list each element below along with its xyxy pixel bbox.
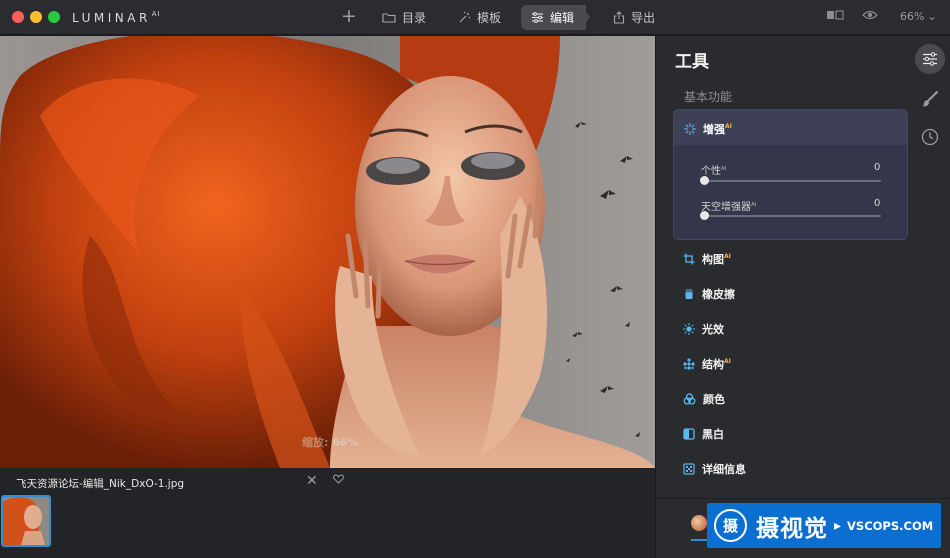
tool-item-black-white[interactable]: 黑白 bbox=[683, 426, 724, 442]
panel-title: 工具 bbox=[675, 52, 709, 72]
slider-label-accent: 个性AI bbox=[701, 166, 727, 177]
brush-icon bbox=[922, 91, 938, 107]
sliders-icon bbox=[923, 52, 937, 66]
color-icon bbox=[683, 393, 696, 405]
magic-wand-icon bbox=[459, 11, 471, 23]
photo-canvas[interactable]: 缩放: 66% bbox=[0, 36, 655, 468]
share-icon bbox=[613, 11, 625, 24]
zoom-window-button[interactable] bbox=[48, 11, 60, 23]
avatar[interactable] bbox=[691, 515, 707, 531]
compare-view-icon[interactable] bbox=[826, 9, 844, 21]
zoom-overlay-label: 缩放: 66% bbox=[302, 436, 359, 449]
portrait-photo bbox=[0, 36, 655, 468]
tool-item-structure[interactable]: 结构AI bbox=[683, 356, 731, 372]
nav-template-button[interactable]: 模板 bbox=[448, 5, 511, 30]
enhance-label: 增强 bbox=[703, 123, 725, 136]
brand-name: LUMINAR bbox=[72, 11, 151, 25]
tools-panel: 工具 基本功能 增强AI 个性AI 0 天空增强器AI 0 构图AI 橡皮擦 光… bbox=[655, 36, 950, 558]
slider-value-accent: 0 bbox=[874, 162, 881, 173]
tool-item-color[interactable]: 颜色 bbox=[683, 391, 725, 407]
accent-slider[interactable] bbox=[701, 180, 881, 182]
structure-icon bbox=[683, 358, 695, 370]
nav-template-label: 模板 bbox=[477, 11, 502, 25]
sun-icon bbox=[683, 323, 695, 335]
site-watermark: 摄 摄视觉 ▸ VSCOPS.COM bbox=[707, 503, 941, 548]
nav-export-button[interactable]: 导出 bbox=[603, 5, 665, 30]
eye-icon[interactable] bbox=[862, 9, 878, 21]
zoom-dropdown[interactable]: 66% ⌄ bbox=[900, 10, 937, 23]
minimize-window-button[interactable] bbox=[30, 11, 42, 23]
ai-badge: AI bbox=[725, 123, 732, 130]
history-tab-button[interactable] bbox=[915, 122, 945, 152]
tool-item-composition[interactable]: 构图AI bbox=[683, 251, 731, 267]
crop-icon bbox=[683, 253, 695, 265]
nav-export-label: 导出 bbox=[631, 11, 656, 25]
brush-tab-button[interactable] bbox=[915, 84, 945, 114]
close-window-button[interactable] bbox=[12, 11, 24, 23]
tool-item-erase[interactable]: 橡皮擦 bbox=[683, 286, 735, 302]
section-label-essentials: 基本功能 bbox=[684, 90, 733, 104]
eraser-icon bbox=[685, 289, 693, 299]
reject-icon[interactable]: ✕ bbox=[306, 473, 318, 489]
tool-item-details[interactable]: 详细信息 bbox=[683, 461, 746, 477]
watermark-arrow-icon: ▸ bbox=[834, 517, 842, 534]
file-name: 飞天资源论坛-编辑_Nik_DxO-1.jpg bbox=[16, 478, 185, 490]
sky-enhancer-slider[interactable] bbox=[701, 215, 881, 217]
folder-icon bbox=[382, 13, 396, 23]
sky-enhancer-slider-knob[interactable] bbox=[700, 211, 709, 220]
brand-suffix: AI bbox=[151, 10, 161, 18]
chevron-down-icon: ⌄ bbox=[927, 10, 937, 23]
add-photos-icon[interactable]: + bbox=[341, 6, 357, 26]
sparkle-icon bbox=[684, 123, 696, 135]
nav-edit-label: 编辑 bbox=[550, 11, 575, 25]
nav-edit-button[interactable]: 编辑 bbox=[521, 5, 587, 30]
watermark-title: 摄视觉 bbox=[756, 515, 828, 542]
sliders-icon bbox=[532, 12, 543, 23]
slider-value-sky-enhancer: 0 bbox=[874, 198, 881, 209]
bw-icon bbox=[683, 428, 695, 440]
zoom-value: 66% bbox=[900, 10, 925, 23]
clock-icon bbox=[921, 128, 939, 146]
enhance-tool-title: 增强AI bbox=[684, 121, 732, 137]
title-bar: LUMINARAI + 目录 模板 编辑 导出 66% ⌄ bbox=[0, 0, 950, 35]
filmstrip-bar: 飞天资源论坛-编辑_Nik_DxO-1.jpg ✕ bbox=[0, 468, 655, 558]
nav-catalog-button[interactable]: 目录 bbox=[372, 5, 436, 30]
accent-slider-knob[interactable] bbox=[700, 176, 709, 185]
tool-item-light[interactable]: 光效 bbox=[683, 321, 724, 337]
nav-catalog-label: 目录 bbox=[402, 11, 427, 25]
tools-tab-button[interactable] bbox=[915, 44, 945, 74]
watermark-domain: VSCOPS.COM bbox=[847, 518, 934, 533]
app-logo: LUMINARAI bbox=[72, 10, 161, 25]
enhance-tool-card: 增强AI 个性AI 0 天空增强器AI 0 bbox=[673, 109, 908, 240]
watermark-seal-icon: 摄 bbox=[714, 509, 747, 542]
filmstrip-thumbnail[interactable] bbox=[1, 495, 51, 547]
slider-label-sky-enhancer: 天空增强器AI bbox=[701, 202, 757, 213]
favorite-icon[interactable] bbox=[333, 474, 344, 487]
nav-edit-arrow bbox=[580, 5, 590, 29]
details-icon bbox=[683, 463, 695, 475]
